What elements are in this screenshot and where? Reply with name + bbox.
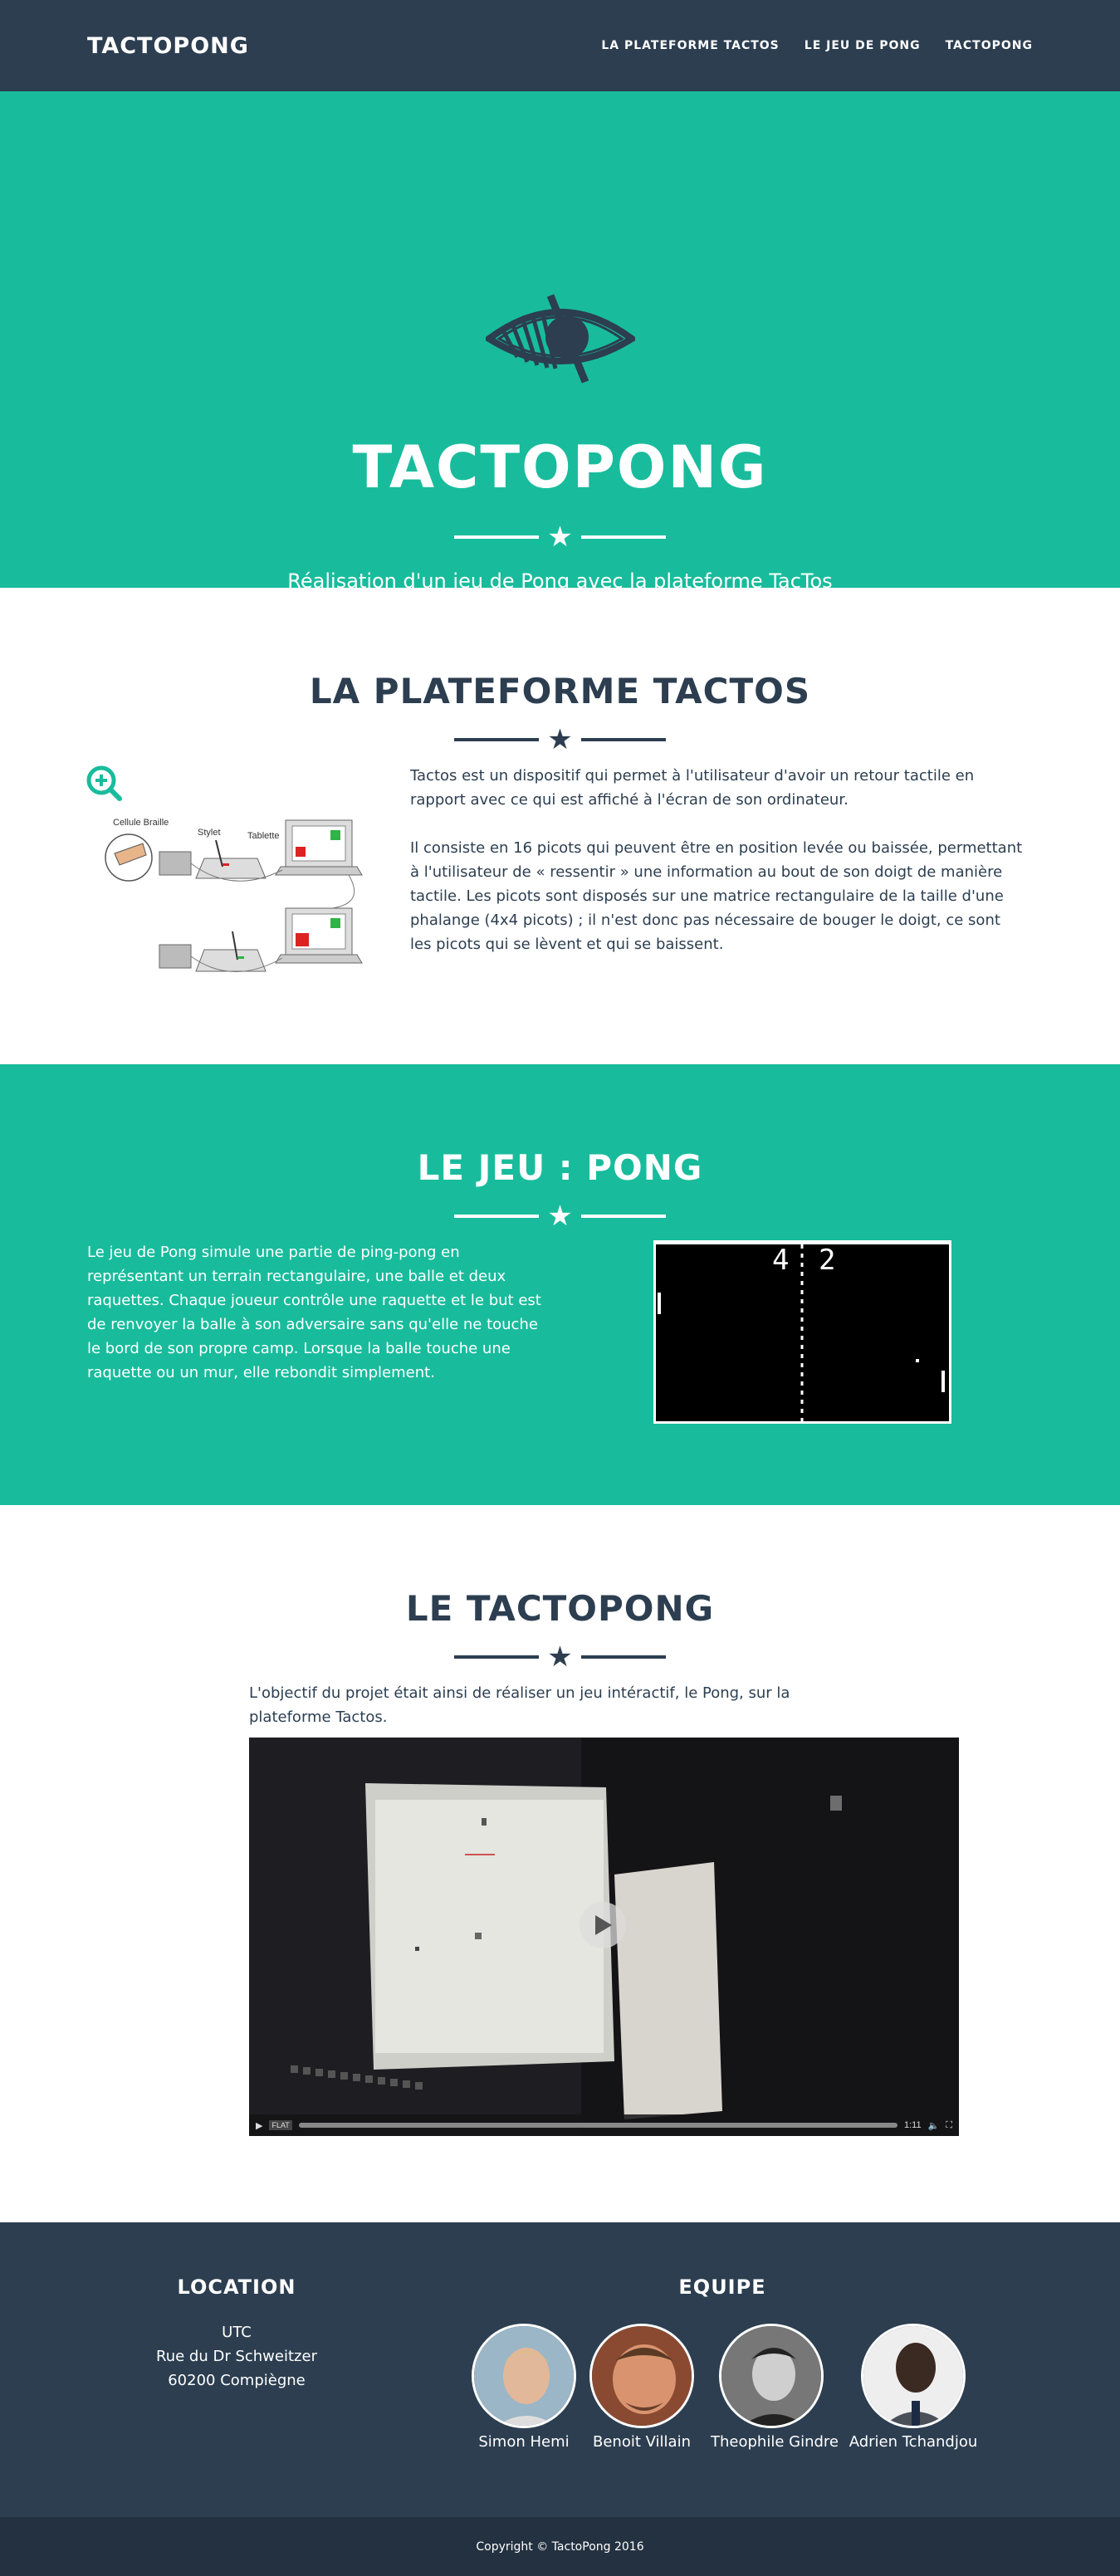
- star-icon: ★: [547, 724, 573, 755]
- tactos-paragraph-1: Tactos est un dispositif qui permet à l'…: [410, 767, 975, 809]
- section-title-tactopong: LE TACTOPONG: [405, 1588, 715, 1629]
- tactopong-divider: ★: [0, 1643, 1120, 1671]
- score-left: 4: [772, 1244, 789, 1277]
- nav-link-pong[interactable]: LE JEU DE PONG: [805, 39, 921, 52]
- avatar: [719, 2324, 824, 2428]
- tactos-diagram-image[interactable]: Cellule Braille Stylet Tablette: [83, 762, 369, 986]
- address-line-1: UTC: [222, 2324, 252, 2341]
- nav-link-tactos[interactable]: LA PLATEFORME TACTOS: [601, 39, 779, 52]
- team-members: Simon Hemi Benoit Villain Theophile Gind…: [465, 2324, 980, 2465]
- play-button[interactable]: [580, 1902, 626, 1948]
- team-member: Adrien Tchandjou: [847, 2324, 980, 2451]
- brand-logo[interactable]: TACTOPONG: [87, 33, 249, 59]
- nav-links: LA PLATEFORME TACTOS LE JEU DE PONG TACT…: [601, 39, 1033, 52]
- avatar: [472, 2324, 576, 2428]
- fullscreen-icon[interactable]: ⛶: [946, 2120, 952, 2131]
- team-member: Simon Hemi: [472, 2324, 576, 2451]
- member-name: Adrien Tchandjou: [849, 2433, 978, 2451]
- score-right: 2: [819, 1244, 835, 1277]
- section-tactos: LA PLATEFORME TACTOS ★ Cellule Braille S…: [0, 588, 1120, 1064]
- section-title-pong: LE JEU : PONG: [417, 1147, 703, 1188]
- section-tactopong: LE TACTOPONG ★ L'objectif du projet étai…: [0, 1505, 1120, 2222]
- footer-team: EQUIPE Simon Hemi Benoit Villain Theophi…: [465, 2275, 980, 2451]
- video-time: 1:11: [904, 2120, 922, 2130]
- section-title-tactos: LA PLATEFORME TACTOS: [309, 671, 811, 711]
- footer: LOCATION UTC Rue du Dr Schweitzer 60200 …: [0, 2222, 1120, 2517]
- pong-screenshot: 4 2: [653, 1240, 951, 1424]
- copyright-bar: Copyright © TactoPong 2016: [0, 2517, 1120, 2576]
- video-progress-bar[interactable]: [298, 2123, 897, 2128]
- diagram-label-braille: Cellule Braille: [113, 818, 169, 828]
- tactos-divider: ★: [0, 726, 1120, 754]
- star-icon: ★: [547, 521, 573, 553]
- address-line-2: Rue du Dr Schweitzer: [156, 2348, 317, 2365]
- footer-location: LOCATION UTC Rue du Dr Schweitzer 60200 …: [87, 2275, 386, 2393]
- tactos-description: Tactos est un dispositif qui permet à l'…: [410, 764, 1025, 956]
- control-play-icon[interactable]: ▶: [256, 2120, 262, 2131]
- avatar: [589, 2324, 694, 2428]
- tactos-paragraph-2: Il consiste en 16 picots qui peuvent êtr…: [410, 839, 1023, 953]
- right-paddle: [941, 1371, 945, 1392]
- nav-link-tactopong[interactable]: TACTOPONG: [946, 39, 1033, 52]
- left-paddle: [658, 1293, 661, 1314]
- hero-title: TACTOPONG: [352, 433, 768, 501]
- video-player[interactable]: ▶ FLAT 1:11 🔈 ⛶: [249, 1738, 959, 2136]
- tactopong-description: L'objectif du projet était ainsi de réal…: [249, 1684, 790, 1726]
- section-pong: LE JEU : PONG ★ Le jeu de Pong simule un…: [0, 1064, 1120, 1505]
- diagram-label-stylet: Stylet: [198, 828, 221, 838]
- volume-icon[interactable]: 🔈: [928, 2120, 940, 2131]
- address-line-3: 60200 Compiègne: [168, 2372, 306, 2389]
- video-controls: ▶ FLAT 1:11 🔈 ⛶: [249, 2114, 959, 2136]
- navbar: TACTOPONG LA PLATEFORME TACTOS LE JEU DE…: [0, 0, 1120, 91]
- video-badge: FLAT: [269, 2120, 292, 2130]
- team-member: Benoit Villain: [589, 2324, 694, 2451]
- member-name: Benoit Villain: [593, 2433, 691, 2451]
- star-icon: ★: [547, 1200, 573, 1232]
- pong-divider: ★: [0, 1202, 1120, 1230]
- hero-divider: ★: [0, 523, 1120, 551]
- location-title: LOCATION: [177, 2275, 296, 2299]
- avatar: [861, 2324, 966, 2428]
- star-icon: ★: [547, 1641, 573, 1673]
- member-name: Simon Hemi: [478, 2433, 570, 2451]
- team-title: EQUIPE: [678, 2275, 766, 2299]
- pong-description: Le jeu de Pong simule une partie de ping…: [87, 1244, 541, 1381]
- diagram-label-tablette: Tablette: [247, 831, 280, 841]
- play-icon: [595, 1915, 612, 1935]
- copyright-text: Copyright © TactoPong 2016: [476, 2539, 644, 2554]
- address: UTC Rue du Dr Schweitzer 60200 Compiègne: [87, 2320, 386, 2393]
- team-member: Theophile Gindre: [711, 2324, 839, 2451]
- hero-section: TACTOPONG ★ Réalisation d'un jeu de Pong…: [0, 91, 1120, 593]
- member-name: Theophile Gindre: [711, 2433, 839, 2451]
- zoom-in-icon: [86, 765, 122, 801]
- ball: [916, 1359, 919, 1362]
- eye-logo-icon: [486, 294, 635, 384]
